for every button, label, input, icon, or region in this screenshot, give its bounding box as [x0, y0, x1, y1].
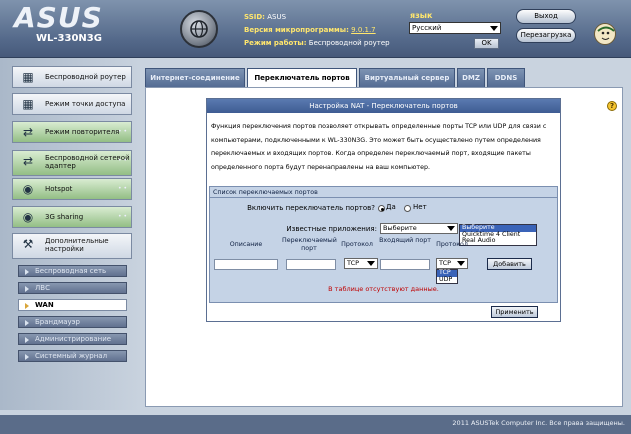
- option-udp[interactable]: UDP: [437, 276, 457, 284]
- language-ok-button[interactable]: OK: [474, 38, 499, 49]
- sidebar-mode-label: 3G sharing: [45, 213, 84, 221]
- sidebar-mode-access-point[interactable]: ▦ Режим точки доступа: [12, 93, 132, 115]
- protocol2-dropdown: TCP UDP: [436, 269, 458, 284]
- panel-description: Функция переключения портов позволяет от…: [211, 123, 547, 171]
- protocol2-value: TCP: [439, 259, 452, 267]
- copyright: 2011 ASUSTek Computer Inc. Все права защ…: [452, 419, 625, 427]
- sidebar-item-system-log[interactable]: Системный журнал: [18, 350, 127, 362]
- apps-label: Известные приложения:: [286, 225, 377, 233]
- footer: 2011 ASUSTek Computer Inc. Все права защ…: [0, 415, 631, 434]
- col-incoming-port: Входящий порт: [379, 237, 431, 244]
- wrench-icon: ⚒: [22, 237, 34, 251]
- sidebar-mode-router[interactable]: ▦ Беспроводной роутер: [12, 66, 132, 88]
- model-name: WL-330N3G: [36, 33, 102, 44]
- sidebar-item-wan[interactable]: WAN: [18, 299, 127, 311]
- list-title: Список переключаемых портов: [210, 187, 557, 198]
- no-label: Нет: [413, 203, 427, 211]
- dots-icon: • •: [118, 128, 127, 135]
- nat-port-trigger-panel: Настройка NAT - Переключатель портов Фун…: [206, 98, 561, 322]
- sidebar-mode-label: Беспроводной роутер: [45, 73, 126, 81]
- language-value: Русский: [412, 24, 442, 32]
- sidebar-mode-hotspot[interactable]: ◉ Hotspot • •: [12, 178, 132, 200]
- sidebar-mode-label: Hotspot: [45, 185, 73, 193]
- hotspot-icon: ◉: [22, 182, 34, 196]
- network-map-globe-icon[interactable]: [180, 10, 218, 48]
- col-trigger-port: Переключаемый порт: [282, 237, 337, 252]
- ssid-label: SSID:: [244, 13, 265, 21]
- mode-label: Режим работы:: [244, 39, 307, 47]
- known-apps-select[interactable]: Выберите: [380, 223, 458, 234]
- user-avatar-icon: [594, 23, 616, 45]
- port-trigger-list: Список переключаемых портов Включить пер…: [209, 186, 558, 303]
- adapter-icon: ⇄: [22, 154, 34, 168]
- sidebar-mode-advanced[interactable]: ⚒ Дополнительные настройки: [12, 233, 132, 259]
- empty-table-message: В таблице отсутствуют данные.: [328, 285, 439, 293]
- router-icon: ▦: [22, 70, 34, 84]
- repeater-icon: ⇄: [22, 125, 34, 139]
- chevron-down-icon: [367, 261, 375, 266]
- sidebar-item-lan[interactable]: ЛВС: [18, 282, 127, 294]
- mode-value: Беспроводной роутер: [308, 39, 390, 47]
- help-icon[interactable]: ?: [607, 101, 617, 111]
- col-protocol: Протокол: [341, 241, 373, 248]
- incoming-port-input[interactable]: [380, 259, 430, 270]
- tab-internet[interactable]: Интернет-соединение: [145, 68, 245, 87]
- enable-no-radio[interactable]: [404, 205, 411, 212]
- sidebar: ▦ Беспроводной роутер ▦ Режим точки дост…: [0, 58, 140, 410]
- reboot-button[interactable]: Перезагрузка: [516, 28, 576, 43]
- panel-title: Настройка NAT - Переключатель портов: [207, 99, 560, 113]
- chevron-down-icon: [457, 261, 465, 266]
- tab-dmz[interactable]: DMZ: [457, 68, 485, 87]
- enable-label: Включить переключатель портов?: [247, 204, 375, 212]
- firmware-label: Версия микропрограммы:: [244, 26, 349, 34]
- tab-ddns[interactable]: DDNS: [487, 68, 525, 87]
- header: ASUS WL-330N3G SSID: ASUS Версия микропр…: [0, 0, 631, 58]
- dots-icon: • •: [118, 185, 127, 192]
- sidebar-item-firewall[interactable]: Брандмауэр: [18, 316, 127, 328]
- enable-yes-radio[interactable]: [378, 205, 385, 212]
- ssid-value: ASUS: [267, 13, 287, 21]
- dots-icon: • •: [118, 213, 127, 220]
- sidebar-item-administration[interactable]: Администрирование: [18, 333, 127, 345]
- sidebar-mode-label: Режим точки доступа: [45, 100, 126, 108]
- apply-button[interactable]: Применить: [491, 306, 538, 318]
- tab-port-trigger[interactable]: Переключатель портов: [247, 68, 357, 88]
- add-button[interactable]: Добавить: [487, 258, 532, 270]
- sidebar-item-wireless[interactable]: Беспроводная сеть: [18, 265, 127, 277]
- description-input[interactable]: [214, 259, 278, 270]
- tab-virtual-server[interactable]: Виртуальный сервер: [359, 68, 455, 87]
- logout-button[interactable]: Выход: [516, 9, 576, 24]
- sidebar-mode-repeater[interactable]: ⇄ Режим повторителя • •: [12, 121, 132, 143]
- chevron-down-icon: [447, 226, 455, 231]
- dots-icon: • •: [118, 157, 127, 164]
- protocol2-select[interactable]: TCP: [436, 258, 468, 269]
- 3g-icon: ◉: [22, 210, 34, 224]
- col-description: Описание: [229, 241, 263, 248]
- sidebar-mode-adapter[interactable]: ⇄ Беспроводной сетевой адаптер • •: [12, 150, 132, 176]
- language-select[interactable]: Русский: [409, 22, 501, 34]
- sidebar-mode-label: Беспроводной сетевой адаптер: [45, 154, 130, 170]
- firmware-link[interactable]: 9.0.1.7: [351, 26, 376, 34]
- language-label: язык: [410, 11, 433, 20]
- known-apps-value: Выберите: [383, 224, 417, 232]
- status-info: SSID: ASUS Версия микропрограммы: 9.0.1.…: [244, 11, 390, 50]
- access-point-icon: ▦: [22, 97, 34, 111]
- col-protocol2: Протокол: [436, 241, 468, 248]
- asus-logo: ASUS: [14, 1, 103, 34]
- trigger-port-input[interactable]: [286, 259, 336, 270]
- sidebar-mode-label: Режим повторителя: [45, 128, 120, 136]
- protocol-select[interactable]: TCP: [344, 258, 378, 269]
- sidebar-mode-3g[interactable]: ◉ 3G sharing • •: [12, 206, 132, 228]
- sidebar-mode-label: Дополнительные настройки: [45, 237, 109, 253]
- chevron-down-icon: [490, 26, 498, 31]
- yes-label: Да: [386, 203, 396, 211]
- protocol-value: TCP: [347, 259, 360, 267]
